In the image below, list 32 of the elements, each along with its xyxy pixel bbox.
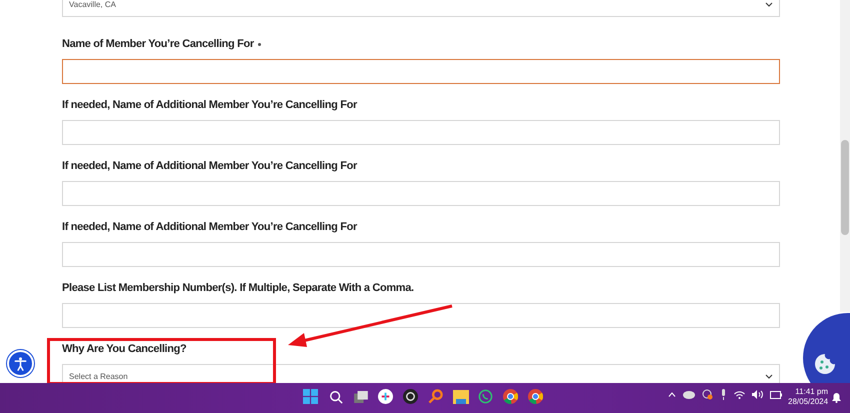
- clock-time[interactable]: 11:41 pm: [788, 387, 828, 397]
- field-label: If needed, Name of Additional Member You’re Cancelling For: [62, 220, 357, 234]
- cookie-icon: [813, 352, 837, 376]
- field-label: Why Are You Cancelling?: [62, 342, 186, 356]
- field-label: If needed, Name of Additional Member You’re Cancelling For: [62, 98, 357, 112]
- field-label: Please List Membership Number(s). If Multiple, Separate With a Comma.: [62, 281, 414, 295]
- speaker-icon[interactable]: [752, 390, 763, 399]
- magnifier-icon[interactable]: [426, 387, 445, 406]
- chat-icon[interactable]: [476, 387, 495, 406]
- caret-icon: [765, 2, 773, 7]
- folder-icon[interactable]: [451, 387, 470, 406]
- browser-icon[interactable]: [526, 387, 545, 406]
- microphone-icon[interactable]: [720, 389, 727, 400]
- field-label: If needed, Name of Additional Member You’re Cancelling For: [62, 159, 357, 173]
- wifi-icon[interactable]: [734, 390, 745, 398]
- location-select[interactable]: Vacaville, CA: [62, 0, 780, 17]
- battery-icon[interactable]: [770, 390, 782, 398]
- record-icon[interactable]: [401, 387, 420, 406]
- sync-icon[interactable]: [702, 389, 713, 400]
- field-label: Name of Member You’re Cancelling For: [62, 37, 254, 51]
- notification-icon[interactable]: [832, 393, 841, 403]
- clock-date[interactable]: 28/05/2024: [788, 397, 828, 407]
- accessibility-icon: [13, 356, 28, 371]
- chevron-up-icon[interactable]: [668, 392, 676, 397]
- scrollbar[interactable]: [840, 0, 850, 312]
- caret-icon: [765, 374, 773, 379]
- browser-icon[interactable]: [501, 387, 520, 406]
- start-icon[interactable]: [301, 387, 320, 406]
- cloud-icon[interactable]: [683, 390, 695, 399]
- app-icon[interactable]: [376, 387, 395, 406]
- accessibility-button[interactable]: [7, 350, 34, 377]
- text-field[interactable]: [62, 59, 780, 84]
